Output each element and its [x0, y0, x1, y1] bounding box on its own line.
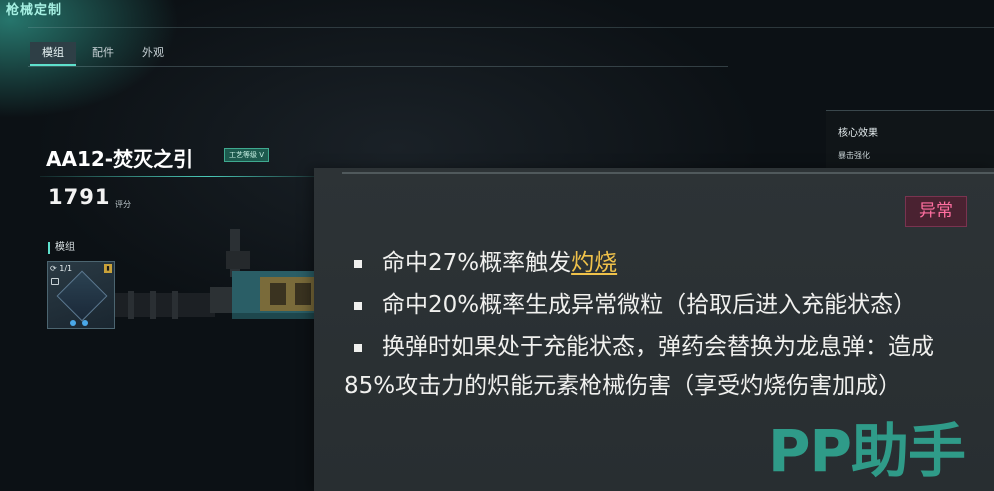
effect-text: 命中20%概率生成异常微粒（拾取后进入充能状态）	[382, 292, 917, 318]
mod-crystal-icon	[56, 270, 108, 322]
page-title: 枪械定制	[6, 3, 63, 18]
bullet-icon	[354, 344, 362, 352]
bullet-icon	[354, 302, 362, 310]
lock-icon	[51, 278, 59, 285]
core-effect-item: 暴击强化	[838, 151, 870, 160]
core-effect-title: 核心效果	[838, 128, 878, 139]
effect-text: 换弹时如果处于充能状态，弹药会替换为龙息弹：造成85%攻击力的炽能元素枪械伤害（…	[344, 334, 934, 399]
mods-section-label: 模组	[48, 242, 75, 254]
effect-item: 换弹时如果处于充能状态，弹药会替换为龙息弹：造成85%攻击力的炽能元素枪械伤害（…	[344, 328, 974, 406]
top-divider	[28, 27, 994, 28]
anomaly-tag: 异常	[905, 196, 967, 227]
mod-count: ⟳ 1/1	[50, 264, 72, 273]
weapon-name: AA12-焚灭之引	[46, 147, 194, 171]
effect-item: 命中27%概率触发灼烧	[344, 244, 974, 283]
mod-count-value: 1/1	[59, 264, 73, 273]
weapon-model-image	[115, 229, 325, 319]
watermark-logo: PP助手	[768, 417, 966, 485]
tab-bar: 模组 配件 外观	[30, 42, 180, 66]
name-underline	[40, 176, 320, 177]
tabs-divider	[28, 66, 728, 67]
popup-top-line	[342, 172, 994, 174]
tier-badge: 工艺等级 V	[224, 148, 270, 162]
burn-keyword-link[interactable]: 灼烧	[571, 250, 617, 276]
tab-appearance[interactable]: 外观	[130, 42, 176, 64]
tab-attachments[interactable]: 配件	[80, 42, 126, 64]
mod-dots	[70, 320, 94, 326]
core-effect-panel[interactable]: 核心效果 暴击强化	[826, 110, 994, 171]
bullet-icon	[354, 260, 362, 268]
score-label: 评分	[115, 200, 131, 209]
mod-dot	[82, 320, 88, 326]
effect-text: 命中27%概率触发	[382, 250, 572, 276]
weapon-score: 1791	[48, 185, 111, 209]
mod-dot	[70, 320, 76, 326]
effect-item: 命中20%概率生成异常微粒（拾取后进入充能状态）	[344, 286, 974, 325]
refresh-icon: ⟳	[50, 264, 57, 273]
effect-list: 命中27%概率触发灼烧 命中20%概率生成异常微粒（拾取后进入充能状态） 换弹时…	[344, 244, 974, 409]
weapon-customization-screen: 枪械定制 模组 配件 外观 AA12-焚灭之引 工艺等级 V 1791 评分 模…	[0, 0, 994, 491]
mod-slot-card[interactable]: ⟳ 1/1 ▮	[47, 261, 115, 329]
tab-mods[interactable]: 模组	[30, 42, 76, 66]
